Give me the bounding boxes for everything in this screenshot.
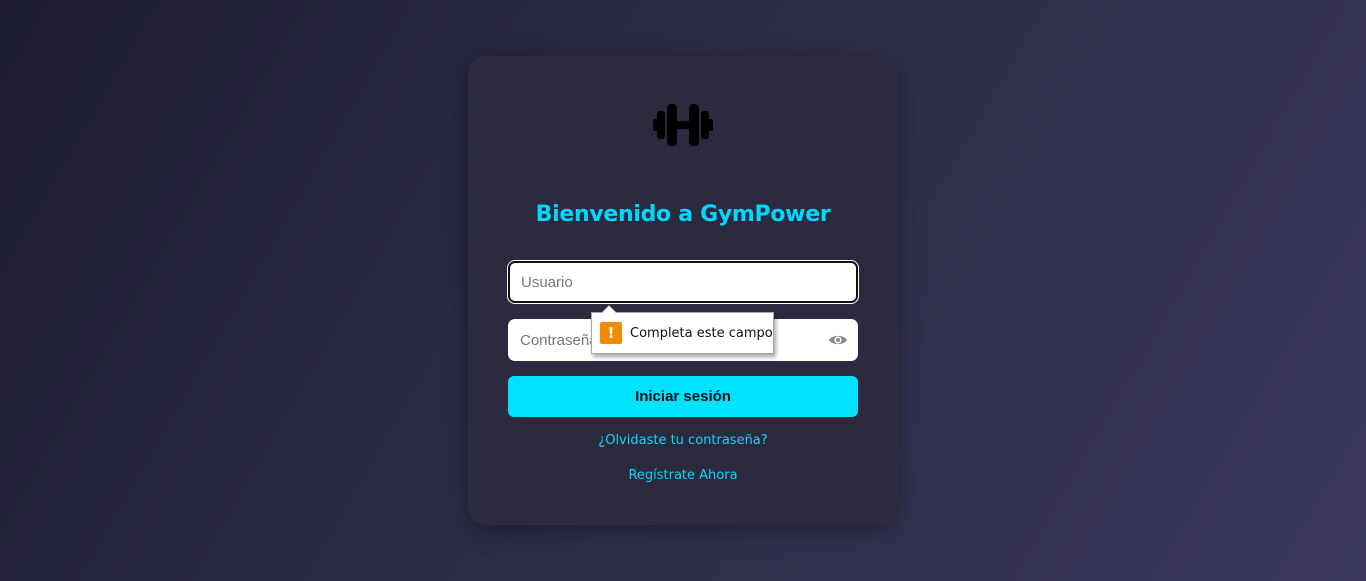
warning-icon: ! [600, 322, 622, 344]
page-title: Bienvenido a GymPower [535, 202, 831, 227]
forgot-password-link[interactable]: ¿Olvidaste tu contraseña? [468, 433, 898, 448]
login-button[interactable]: Iniciar sesión [508, 376, 858, 417]
login-card: Bienvenido a GymPower ! Completa este ca… [468, 56, 898, 525]
dumbbell-icon [653, 104, 713, 146]
eye-icon[interactable] [828, 331, 848, 349]
username-field[interactable] [508, 261, 858, 303]
register-link[interactable]: Regístrate Ahora [468, 468, 898, 483]
validation-tooltip: ! Completa este campo [591, 305, 774, 354]
username-input[interactable] [510, 263, 810, 301]
validation-message: Completa este campo [630, 325, 773, 341]
